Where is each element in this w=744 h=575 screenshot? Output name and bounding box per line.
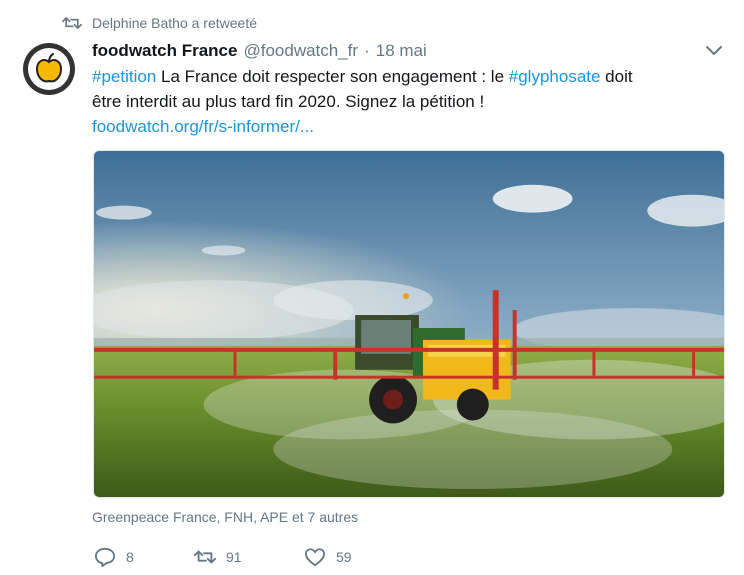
separator: · bbox=[364, 41, 370, 60]
tweet-header: foodwatch France @foodwatch_fr · 18 mai bbox=[92, 39, 724, 63]
like-count: 59 bbox=[336, 549, 352, 565]
hashtag-petition[interactable]: #petition bbox=[92, 67, 156, 86]
tractor-field-photo bbox=[94, 151, 724, 497]
tweet-photo[interactable] bbox=[93, 150, 725, 498]
tagged-users[interactable]: Greenpeace France, FNH, APE et 7 autres bbox=[92, 509, 358, 525]
tweet-link[interactable]: foodwatch.org/fr/s-informer/... bbox=[92, 117, 314, 136]
tweet-text-part: La France doit respecter son engagement … bbox=[156, 67, 509, 86]
chevron-down-icon[interactable] bbox=[706, 44, 722, 58]
tweet-date[interactable]: 18 mai bbox=[376, 41, 427, 61]
tweet-text: #petition La France doit respecter son e… bbox=[92, 64, 652, 139]
retweet-icon bbox=[194, 550, 216, 564]
tweet-actions: 8 91 59 bbox=[94, 544, 352, 570]
retweet-context-text: Delphine Batho a retweeté bbox=[92, 15, 257, 31]
heart-icon bbox=[304, 548, 325, 567]
like-button[interactable]: 59 bbox=[304, 547, 352, 567]
retweet-icon bbox=[62, 17, 82, 29]
retweet-count: 91 bbox=[226, 549, 242, 565]
avatar[interactable] bbox=[23, 43, 75, 95]
author-handle[interactable]: @foodwatch_fr bbox=[243, 41, 358, 61]
reply-button[interactable]: 8 bbox=[94, 547, 194, 567]
retweet-context[interactable]: Delphine Batho a retweeté bbox=[62, 12, 257, 34]
author-name[interactable]: foodwatch France bbox=[92, 41, 237, 61]
retweet-button[interactable]: 91 bbox=[194, 547, 304, 567]
hashtag-glyphosate[interactable]: #glyphosate bbox=[509, 67, 601, 86]
apple-icon bbox=[35, 53, 63, 83]
reply-icon bbox=[95, 547, 115, 567]
reply-count: 8 bbox=[126, 549, 134, 565]
